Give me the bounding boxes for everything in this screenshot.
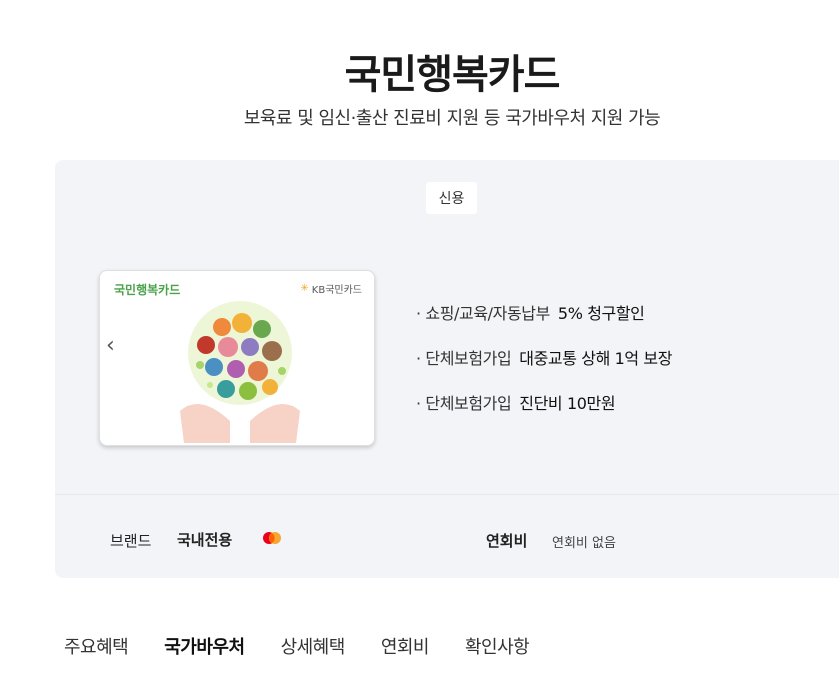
card-face-issuer-text: KB국민카드	[311, 285, 362, 296]
previous-card-arrow-icon[interactable]: ‹	[106, 335, 115, 357]
section-tabs: 주요혜택 국가바우처 상세혜택 연회비 확인사항	[64, 633, 565, 659]
benefit-item: · 쇼핑/교육/자동납부 5% 청구할인	[416, 300, 672, 345]
card-image[interactable]: 국민행복카드 ✳ KB국민카드	[99, 270, 375, 446]
tab-detailed-benefits[interactable]: 상세혜택	[281, 633, 346, 659]
annual-fee-value: 연회비 없음	[552, 536, 616, 551]
benefit-item: · 단체보험가입 대중교통 상해 1억 보장	[416, 345, 672, 390]
benefit-category: · 단체보험가입	[416, 349, 512, 368]
benefit-value: 진단비 10만원	[519, 394, 616, 413]
card-type-badge: 신용	[426, 182, 477, 214]
page-title: 국민행복카드	[344, 52, 561, 98]
benefit-value: 대중교통 상해 1억 보장	[519, 349, 673, 368]
benefit-value: 5% 청구할인	[557, 304, 645, 323]
tab-annual-fee[interactable]: 연회비	[381, 633, 430, 659]
benefit-list: · 쇼핑/교육/자동납부 5% 청구할인 · 단체보험가입 대중교통 상해 1억…	[416, 300, 672, 435]
family-tree-illustration-icon	[180, 301, 300, 443]
page-subtitle: 보육료 및 임신·출산 진료비 지원 등 국가바우처 지원 가능	[243, 108, 661, 129]
brand-value: 국내전용	[177, 531, 233, 549]
panel-divider	[55, 494, 839, 495]
tab-notices[interactable]: 확인사항	[465, 633, 530, 659]
annual-fee-label: 연회비	[486, 532, 528, 550]
brand-label: 브랜드	[110, 532, 152, 550]
benefit-category: · 쇼핑/교육/자동납부	[416, 304, 550, 323]
benefit-item: · 단체보험가입 진단비 10만원	[416, 390, 672, 435]
mastercard-icon	[263, 532, 281, 544]
benefit-category: · 단체보험가입	[416, 394, 512, 413]
tab-main-benefits[interactable]: 주요혜택	[64, 633, 129, 659]
tab-national-voucher[interactable]: 국가바우처	[164, 633, 245, 659]
